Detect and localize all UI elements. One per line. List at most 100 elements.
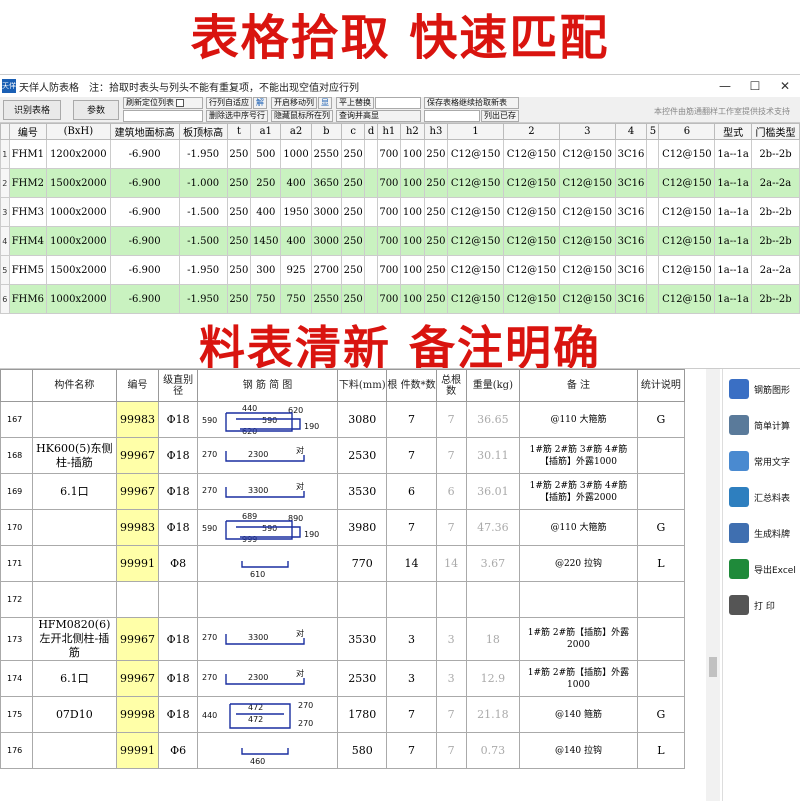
table-cell[interactable]: 250 xyxy=(226,197,252,227)
stat-note[interactable] xyxy=(636,660,686,697)
stat-note[interactable]: L xyxy=(636,545,686,582)
table-cell[interactable]: 250 xyxy=(250,168,282,198)
table-cell[interactable]: C12@150 xyxy=(658,284,716,314)
scroll-thumb[interactable] xyxy=(709,657,717,677)
rebar-shape[interactable]: 270 3300 对 xyxy=(196,473,339,510)
table-cell[interactable]: C12@150 xyxy=(503,226,560,256)
replace-combo[interactable] xyxy=(375,97,421,109)
delete-rows-button[interactable]: 删除选中序号行 xyxy=(206,110,268,122)
rebar-shape[interactable]: 270 2300 对 xyxy=(196,660,339,697)
saved-combo[interactable] xyxy=(424,110,480,122)
table-cell[interactable]: -6.900 xyxy=(109,226,180,256)
table-cell[interactable]: 1500x2000 xyxy=(46,255,111,285)
member-name[interactable]: 6.1口 xyxy=(32,473,117,510)
table-cell[interactable]: 400 xyxy=(280,168,312,198)
col-header[interactable]: 型式 xyxy=(714,123,752,140)
col-exist-button[interactable]: 列出已存 xyxy=(481,110,519,122)
table-cell[interactable]: 1a--1a xyxy=(714,139,752,169)
params-button[interactable]: 参数 xyxy=(73,99,119,120)
table-cell[interactable]: C12@150 xyxy=(658,226,716,256)
table-cell[interactable]: 2700 xyxy=(310,255,342,285)
table-cell[interactable]: 250 xyxy=(423,255,449,285)
table-cell[interactable]: -1.500 xyxy=(178,226,228,256)
remark[interactable] xyxy=(519,581,638,618)
piece-count[interactable]: 7 xyxy=(386,732,437,769)
table-cell[interactable]: 250 xyxy=(340,284,366,314)
weight[interactable]: 18 xyxy=(465,617,521,661)
maximize-icon[interactable]: ☐ xyxy=(740,79,770,93)
table-cell[interactable]: C12@150 xyxy=(447,284,505,314)
table-cell[interactable]: C12@150 xyxy=(658,255,716,285)
grade-diameter[interactable]: Φ18 xyxy=(158,696,198,733)
table-cell[interactable]: 1000x2000 xyxy=(46,197,111,227)
table-cell[interactable]: 250 xyxy=(423,284,449,314)
table-cell[interactable]: 100 xyxy=(400,284,425,314)
table-cell[interactable]: 700 xyxy=(376,168,402,198)
grade-diameter[interactable]: Φ18 xyxy=(158,401,198,438)
col-header[interactable]: (BxH) xyxy=(46,123,111,140)
table-cell[interactable]: 700 xyxy=(376,226,402,256)
col-header[interactable]: 6 xyxy=(658,123,716,140)
remark[interactable]: @110 大箍筋 xyxy=(519,509,638,546)
table-cell[interactable]: 400 xyxy=(250,197,282,227)
table-cell[interactable]: FHM4 xyxy=(8,226,48,256)
table-row[interactable]: 171 99991 Φ8 610 770 14 14 3.67 @220 拉钩 L xyxy=(0,545,686,582)
table-cell[interactable]: 2550 xyxy=(310,284,342,314)
row-number[interactable]: 1 xyxy=(0,139,10,169)
table-row[interactable]: 3 FHM3 1000x2000 -6.900 -1.500 250 400 1950 3000… xyxy=(0,197,800,227)
table-cell[interactable]: 250 xyxy=(423,197,449,227)
row-number[interactable]: 176 xyxy=(0,732,34,769)
piece-count[interactable]: 3 xyxy=(386,617,437,661)
table-cell[interactable]: 3000 xyxy=(310,226,342,256)
identify-table-button[interactable]: 识别表格 xyxy=(3,99,61,120)
table-cell[interactable]: 500 xyxy=(250,139,282,169)
table-cell[interactable]: C12@150 xyxy=(558,139,616,169)
table-cell[interactable]: C12@150 xyxy=(447,226,505,256)
table-cell[interactable]: -6.900 xyxy=(109,139,180,169)
table-cell[interactable]: -6.900 xyxy=(109,197,180,227)
rebar-code[interactable]: 99967 xyxy=(115,473,160,510)
rebar-shape[interactable]: 590 440 620 590 620 190 xyxy=(196,401,339,438)
table-cell[interactable]: 100 xyxy=(400,139,425,169)
table-cell[interactable]: C12@150 xyxy=(658,168,716,198)
weight[interactable]: 47.36 xyxy=(465,509,521,546)
table-cell[interactable]: C12@150 xyxy=(503,255,560,285)
stat-note[interactable]: G xyxy=(636,696,686,733)
piece-count[interactable] xyxy=(386,581,437,618)
total-count[interactable]: 6 xyxy=(435,473,467,510)
table-cell[interactable]: 300 xyxy=(250,255,282,285)
table-cell[interactable] xyxy=(364,255,378,285)
cut-length[interactable]: 2530 xyxy=(337,437,388,474)
table-cell[interactable]: C12@150 xyxy=(503,139,560,169)
remark[interactable]: 1#筋 2#筋【插筋】外露2000 xyxy=(519,617,638,661)
table-cell[interactable]: C12@150 xyxy=(558,284,616,314)
total-count[interactable]: 3 xyxy=(435,660,467,697)
table-cell[interactable]: 250 xyxy=(340,226,366,256)
col-header[interactable]: 编号 xyxy=(8,123,48,140)
grade-diameter[interactable]: Φ18 xyxy=(158,509,198,546)
weight[interactable]: 30.11 xyxy=(465,437,521,474)
rebar-code[interactable]: 99967 xyxy=(115,617,160,661)
row-number[interactable]: 173 xyxy=(0,617,34,661)
table-row[interactable]: 167 99983 Φ18 590 440 620 590 620 190 3080 7 7 36.65… xyxy=(0,401,686,438)
table-cell[interactable]: FHM5 xyxy=(8,255,48,285)
table-row[interactable]: 6 FHM6 1000x2000 -6.900 -1.950 250 750 750 2550 2… xyxy=(0,284,800,314)
rebar-code[interactable]: 99991 xyxy=(115,732,160,769)
weight[interactable]: 12.9 xyxy=(465,660,521,697)
member-name[interactable] xyxy=(32,732,117,769)
member-name[interactable] xyxy=(32,509,117,546)
weight[interactable]: 3.67 xyxy=(465,545,521,582)
rebar-code[interactable]: 99967 xyxy=(115,437,160,474)
table-cell[interactable]: 250 xyxy=(226,226,252,256)
rebar-shape[interactable]: 440 472 472 270 270 xyxy=(196,696,339,733)
table-cell[interactable]: 3C16 xyxy=(614,255,648,285)
table-cell[interactable] xyxy=(364,284,378,314)
stat-note[interactable] xyxy=(636,617,686,661)
table-row[interactable]: 2 FHM2 1500x2000 -6.900 -1.000 250 250 400 3650 2… xyxy=(0,168,800,198)
save-continue-button[interactable]: 保存表格继续拾取新表 xyxy=(424,97,519,109)
table-cell[interactable]: C12@150 xyxy=(503,197,560,227)
table-cell[interactable]: 400 xyxy=(280,226,312,256)
table-row[interactable]: 174 6.1口 99967 Φ18 270 2300 对 2530 3 3 12.9 1#筋 2#筋… xyxy=(0,660,686,697)
replace-button[interactable]: 平上替换 xyxy=(336,97,374,109)
row-number[interactable]: 3 xyxy=(0,197,10,227)
